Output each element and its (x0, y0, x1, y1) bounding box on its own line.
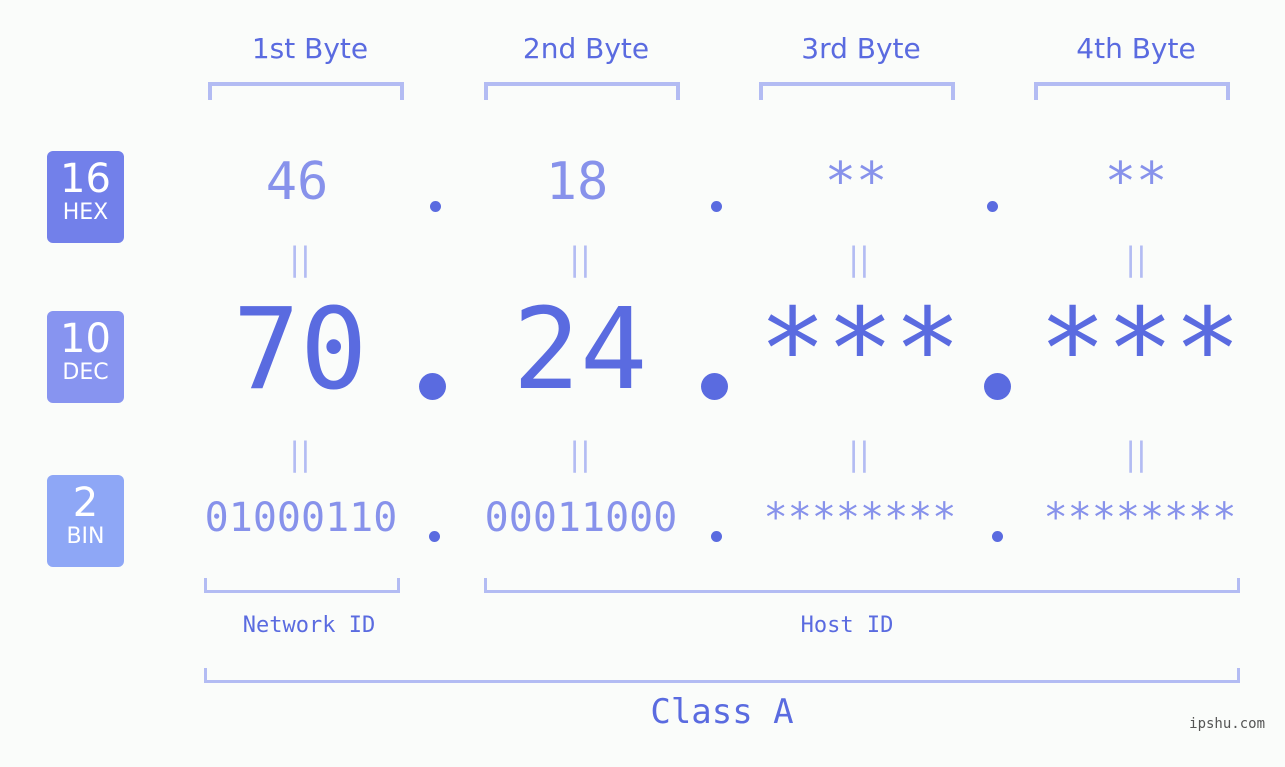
byte-bracket-1 (208, 82, 404, 100)
equals-icon: || (1125, 240, 1147, 278)
equals-icon: || (569, 240, 591, 278)
bin-separator-dot (711, 531, 722, 542)
dec-separator-dot (419, 373, 446, 400)
dec-value-1: 70 (232, 285, 368, 415)
hex-value-2: 18 (545, 152, 609, 212)
host-id-bracket (484, 578, 1240, 593)
hex-separator-dot (430, 201, 441, 212)
hex-badge-label: HEX (62, 200, 109, 225)
byte-bracket-4 (1034, 82, 1230, 100)
hex-badge: 16 HEX (47, 151, 124, 243)
network-id-label: Network ID (242, 613, 376, 638)
bin-separator-dot (992, 531, 1003, 542)
hex-value-1: 46 (265, 152, 329, 212)
byte-header-2: 2nd Byte (522, 32, 650, 65)
dec-badge-number: 10 (60, 316, 111, 362)
equals-icon: || (569, 435, 591, 473)
dec-separator-dot (701, 373, 728, 400)
bin-badge-label: BIN (66, 524, 105, 549)
bin-badge: 2 BIN (47, 475, 124, 567)
bin-value-4: ******** (1043, 495, 1237, 541)
bin-value-2: 00011000 (484, 495, 678, 541)
equals-icon: || (289, 435, 311, 473)
host-id-label: Host ID (800, 613, 894, 638)
byte-header-1: 1st Byte (251, 32, 369, 65)
network-id-bracket (204, 578, 400, 593)
byte-bracket-3 (759, 82, 955, 100)
equals-icon: || (1125, 435, 1147, 473)
bin-badge-number: 2 (72, 480, 99, 526)
hex-separator-dot (987, 201, 998, 212)
equals-icon: || (848, 240, 870, 278)
equals-icon: || (289, 240, 311, 278)
bin-value-3: ******** (763, 495, 957, 541)
dec-value-4: *** (1038, 285, 1242, 415)
equals-icon: || (848, 435, 870, 473)
bin-separator-dot (429, 531, 440, 542)
class-bracket (204, 668, 1240, 683)
dec-value-2: 24 (512, 285, 648, 415)
dec-badge-label: DEC (62, 360, 109, 385)
class-label: Class A (650, 692, 794, 732)
byte-header-3: 3rd Byte (801, 32, 921, 65)
hex-badge-number: 16 (60, 156, 111, 202)
byte-header-4: 4th Byte (1076, 32, 1196, 65)
dec-separator-dot (984, 373, 1011, 400)
byte-bracket-2 (484, 82, 680, 100)
hex-value-3: ** (824, 152, 888, 212)
hex-value-4: ** (1104, 152, 1168, 212)
watermark: ipshu.com (1189, 716, 1265, 732)
bin-value-1: 01000110 (204, 495, 398, 541)
dec-badge: 10 DEC (47, 311, 124, 403)
dec-value-3: *** (758, 285, 962, 415)
hex-separator-dot (711, 201, 722, 212)
